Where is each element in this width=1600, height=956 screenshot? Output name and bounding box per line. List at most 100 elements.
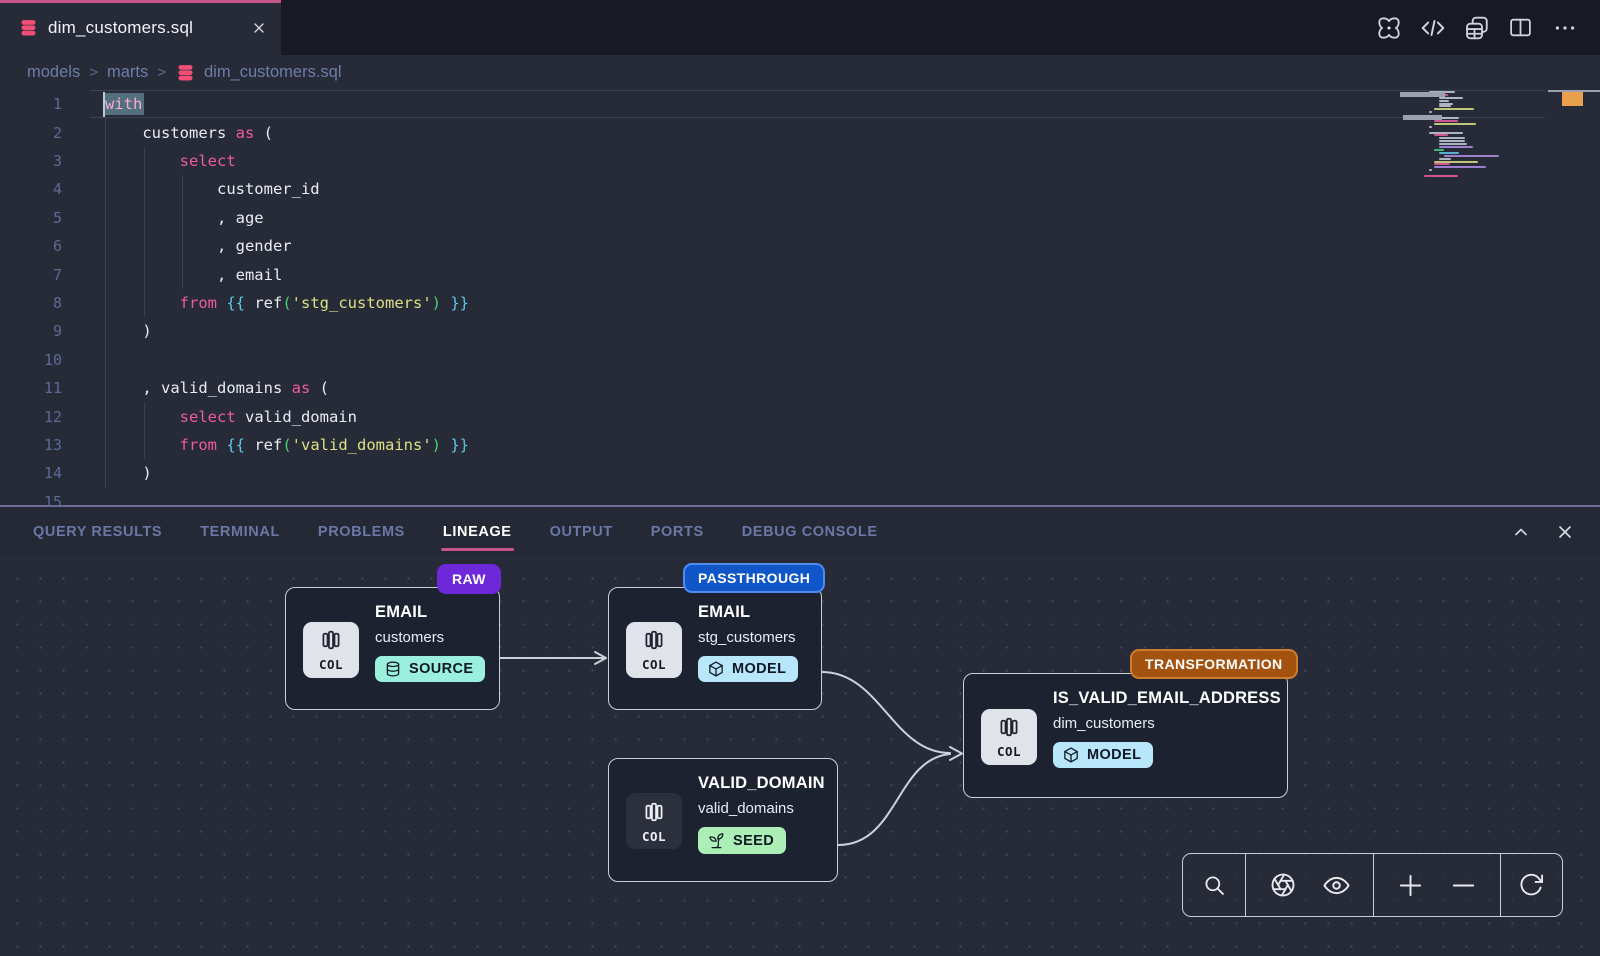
code-line-10[interactable]: 10 — [0, 346, 1600, 374]
edge-valid-to-dim — [838, 754, 950, 845]
toolbar-section — [1500, 854, 1561, 916]
text-cursor — [103, 92, 105, 117]
panel-tab-problems[interactable]: PROBLEMS — [318, 524, 405, 540]
code-text: with — [105, 95, 142, 113]
line-number: 1 — [0, 95, 62, 113]
code-line-12[interactable]: 12 select valid_domain — [0, 402, 1600, 430]
code-editor[interactable]: 1with2 customers as (3 select4 customer_… — [0, 90, 1600, 505]
line-number: 5 — [0, 209, 62, 227]
resource-type-label: SOURCE — [409, 661, 473, 677]
line-number: 4 — [0, 180, 62, 198]
lineage-node-customers[interactable]: COLEMAILcustomersSOURCE — [285, 587, 500, 710]
column-tag-transformation: TRANSFORMATION — [1130, 649, 1298, 679]
node-column-name: VALID_DOMAIN — [698, 774, 825, 793]
database-icon — [18, 17, 39, 38]
code-line-3[interactable]: 3 select — [0, 147, 1600, 175]
panel-tab-ports[interactable]: PORTS — [651, 524, 704, 540]
column-chip: COL — [303, 622, 359, 678]
close-icon[interactable] — [251, 20, 267, 36]
node-column-name: IS_VALID_EMAIL_ADDRESS — [1053, 689, 1281, 708]
lineage-node-stg_customers[interactable]: COLEMAILstg_customersMODEL — [608, 587, 822, 710]
code-text: select valid_domain — [105, 408, 357, 426]
close-panel-icon[interactable] — [1554, 521, 1576, 543]
dbt-logo-icon[interactable] — [1375, 14, 1402, 41]
split-editor-icon[interactable] — [1507, 14, 1534, 41]
column-tag-passthrough: PASSTHROUGH — [683, 563, 825, 593]
breadcrumb: models>marts>dim_customers.sql — [0, 55, 1600, 90]
columns-icon — [318, 627, 344, 658]
resource-type-label: SEED — [733, 833, 774, 849]
line-number: 11 — [0, 379, 62, 397]
column-chip-label: COL — [997, 744, 1021, 759]
code-line-8[interactable]: 8 from {{ ref('stg_customers') }} — [0, 289, 1600, 317]
column-tag-raw: RAW — [437, 564, 501, 594]
panel-tab-query-results[interactable]: QUERY RESULTS — [33, 524, 162, 540]
panel-tab-debug-console[interactable]: DEBUG CONSOLE — [742, 524, 878, 540]
panel-tab-output[interactable]: OUTPUT — [550, 524, 613, 540]
edge-arrowhead — [950, 747, 962, 760]
tabbar-actions — [1375, 0, 1578, 55]
line-number: 3 — [0, 152, 62, 170]
eye-icon[interactable] — [1319, 868, 1353, 902]
search-icon[interactable] — [1197, 868, 1231, 902]
seedling-icon — [707, 831, 726, 850]
code-line-4[interactable]: 4 customer_id — [0, 175, 1600, 203]
column-chip: COL — [626, 793, 682, 849]
refresh-icon[interactable] — [1514, 868, 1548, 902]
code-text: , gender — [105, 237, 292, 255]
duplicate-table-icon[interactable] — [1463, 14, 1490, 41]
panel-tab-terminal[interactable]: TERMINAL — [200, 524, 280, 540]
breadcrumb-item-models[interactable]: models — [27, 63, 80, 82]
code-line-15[interactable]: 15 — [0, 488, 1600, 505]
breadcrumb-item-marts[interactable]: marts — [107, 63, 148, 82]
cube-icon — [707, 660, 725, 678]
breadcrumb-item-dim-customers-sql[interactable]: dim_customers.sql — [204, 63, 342, 82]
zoom-in-icon[interactable] — [1393, 868, 1427, 902]
node-column-name: EMAIL — [698, 603, 798, 622]
resource-type-badge-seed[interactable]: SEED — [698, 827, 786, 854]
line-number: 13 — [0, 436, 62, 454]
code-line-7[interactable]: 7 , email — [0, 260, 1600, 288]
resource-type-badge-model[interactable]: MODEL — [698, 656, 798, 682]
code-text: customer_id — [105, 180, 320, 198]
code-text: from {{ ref('stg_customers') }} — [105, 294, 469, 312]
code-line-6[interactable]: 6 , gender — [0, 232, 1600, 260]
zoom-out-icon[interactable] — [1447, 868, 1481, 902]
code-line-1[interactable]: 1 with — [0, 90, 1600, 118]
line-number: 14 — [0, 464, 62, 482]
code-line-9[interactable]: 9 ) — [0, 317, 1600, 345]
lineage-node-valid_domains[interactable]: COL VALID_DOMAIN valid_domains SEED — [608, 758, 838, 882]
line-number: 15 — [0, 493, 62, 505]
code-line-5[interactable]: 5 , age — [0, 204, 1600, 232]
aperture-icon[interactable] — [1266, 868, 1300, 902]
code-text: customers as ( — [105, 124, 273, 142]
columns-icon — [641, 627, 667, 658]
code-line-14[interactable]: 14 ) — [0, 459, 1600, 487]
tab-dim-customers[interactable]: dim_customers.sql — [0, 0, 281, 55]
code-icon[interactable] — [1419, 14, 1446, 41]
resource-type-label: MODEL — [732, 661, 786, 677]
collapse-panel-icon[interactable] — [1510, 521, 1532, 543]
code-line-2[interactable]: 2 customers as ( — [0, 118, 1600, 146]
lineage-canvas[interactable]: COLEMAILcustomersSOURCERAWCOLEMAILstg_cu… — [0, 557, 1600, 956]
column-chip: COL — [981, 709, 1037, 765]
node-model-name: valid_domains — [698, 800, 825, 817]
lineage-node-dim_customers[interactable]: COLIS_VALID_EMAIL_ADDRESSdim_customersMO… — [963, 673, 1288, 798]
breadcrumb-separator: > — [89, 64, 98, 81]
node-column-name: EMAIL — [375, 603, 485, 622]
resource-type-badge-model[interactable]: MODEL — [1053, 742, 1153, 768]
resource-type-badge-source[interactable]: SOURCE — [375, 656, 485, 682]
column-chip-label: COL — [319, 657, 343, 672]
column-chip: COL — [626, 622, 682, 678]
code-line-11[interactable]: 11 , valid_domains as ( — [0, 374, 1600, 402]
code-text: ) — [105, 464, 152, 482]
minimap-decoration — [1403, 115, 1442, 120]
scrollbar-marker[interactable] — [1562, 92, 1583, 106]
resource-type-label: MODEL — [1087, 747, 1141, 763]
toolbar-section — [1373, 854, 1500, 916]
more-icon[interactable] — [1551, 14, 1578, 41]
line-number: 12 — [0, 408, 62, 426]
code-text: from {{ ref('valid_domains') }} — [105, 436, 469, 454]
panel-tab-lineage[interactable]: LINEAGE — [443, 524, 512, 540]
code-line-13[interactable]: 13 from {{ ref('valid_domains') }} — [0, 431, 1600, 459]
